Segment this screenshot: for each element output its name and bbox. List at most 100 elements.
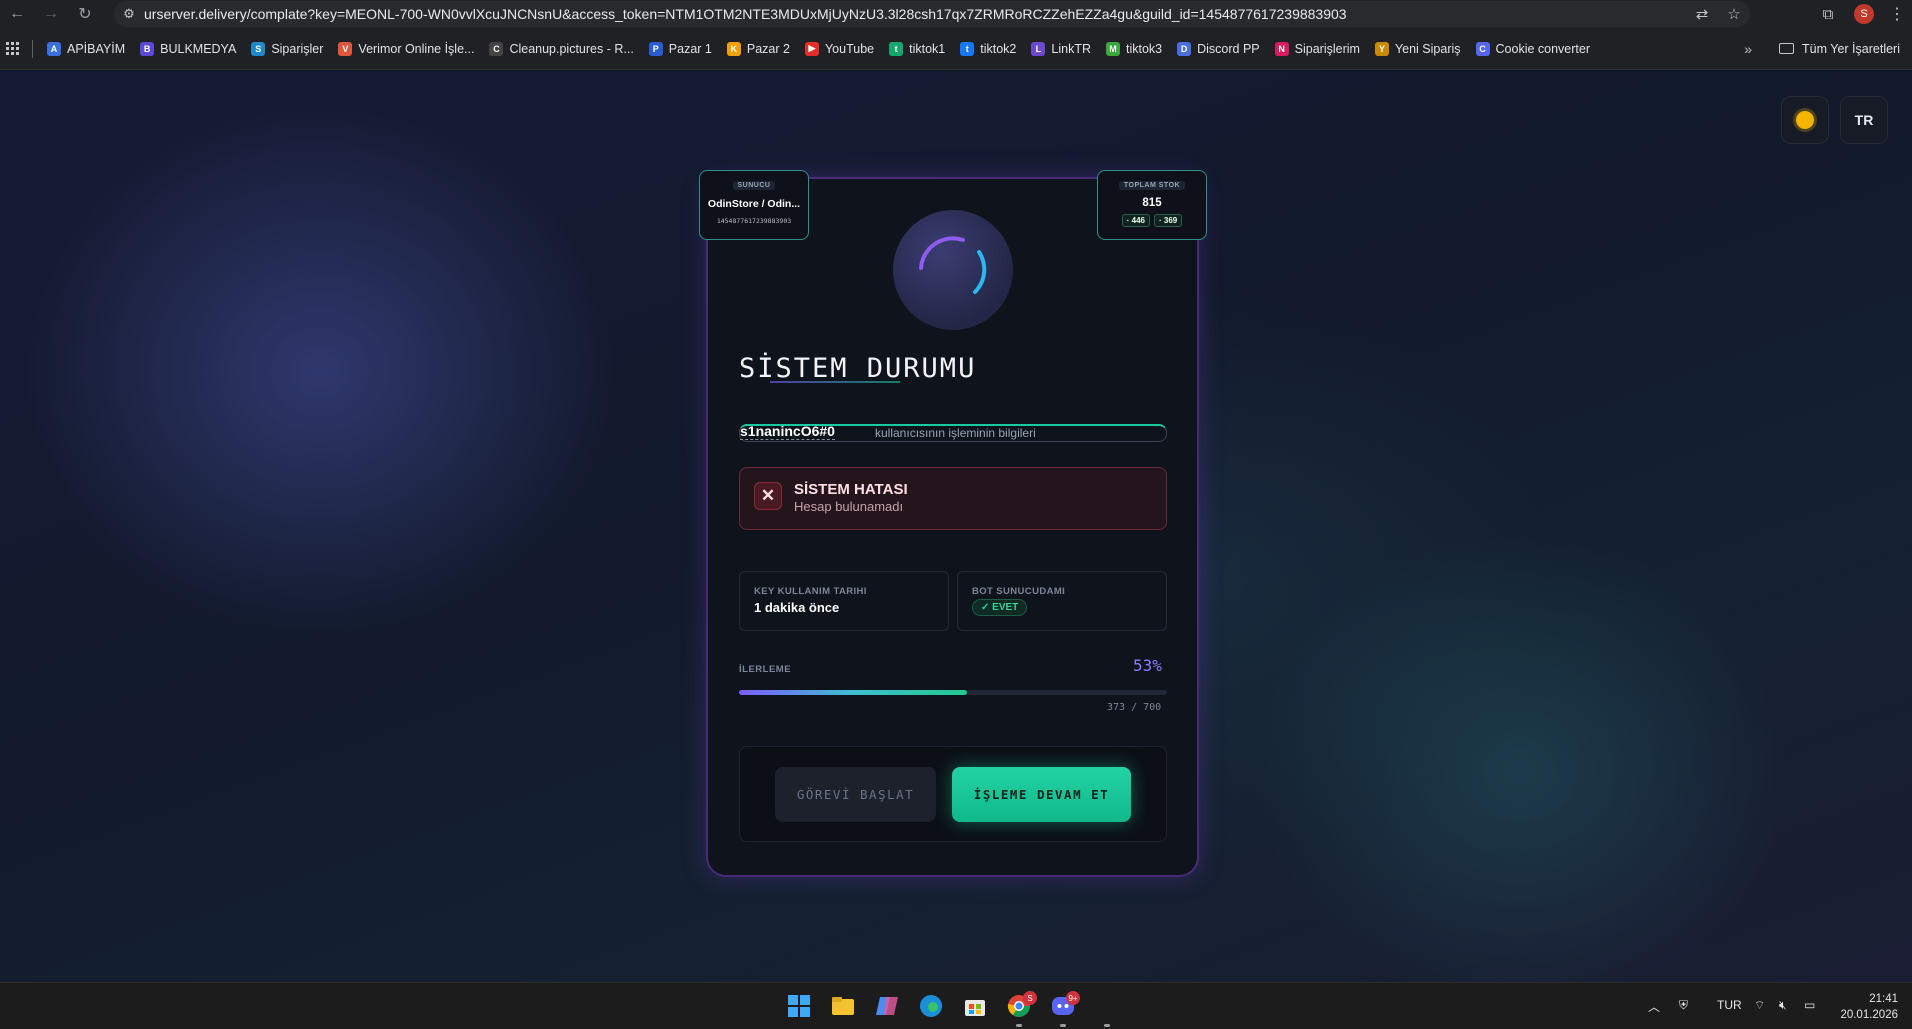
user-description: kullanıcısının işleminin bilgileri	[875, 426, 1036, 440]
input-language[interactable]: TUR	[1717, 998, 1742, 1012]
reload-button[interactable]: ↻	[68, 0, 102, 28]
bookmark-label: tiktok1	[909, 41, 946, 56]
progress-fill	[739, 690, 968, 695]
start-task-button[interactable]: GÖREVİ BAŞLAT	[775, 767, 936, 822]
edge-icon[interactable]	[918, 993, 944, 1019]
extensions-icon[interactable]: ⧉	[1810, 6, 1846, 23]
progress-count: 373 / 700	[1107, 702, 1162, 713]
mute-icon[interactable]: 🔇︎	[1779, 998, 1787, 1013]
bookmark-label: Cleanup.pictures - R...	[509, 41, 634, 56]
bookmark-favicon-icon: t	[889, 41, 904, 56]
bookmark-favicon-icon: M	[1105, 41, 1120, 56]
bookmark-favicon-icon: L	[1031, 41, 1046, 56]
bookmark-item[interactable]: N Siparişlerim	[1274, 41, 1360, 56]
browser-menu-icon[interactable]: ⋮	[1882, 4, 1912, 24]
bookmark-item[interactable]: P Pazar 1	[648, 41, 712, 56]
bookmark-favicon-icon: B	[140, 41, 155, 56]
store-icon[interactable]	[962, 993, 988, 1019]
page-title: SİSTEM DURUMU	[739, 353, 977, 384]
bookmark-item[interactable]: A APİBAYİM	[47, 41, 126, 56]
sun-icon	[1796, 111, 1814, 129]
server-id: 1454877617239883903	[716, 217, 792, 225]
wifi-icon[interactable]: ⌔	[1754, 998, 1765, 1013]
progress-label: İLERLEME	[739, 664, 792, 675]
bookmark-favicon-icon: S	[251, 41, 266, 56]
forward-button[interactable]: →	[34, 0, 68, 28]
stock-tag: TOPLAM STOK 815 · 446 · 369	[1097, 170, 1207, 240]
status-badge: ✓ EVET	[972, 599, 1028, 616]
bookmark-star-icon[interactable]: ☆	[1718, 5, 1750, 23]
windows-start-icon[interactable]	[786, 993, 812, 1019]
file-explorer-icon[interactable]	[830, 993, 856, 1019]
close-icon: ✕	[754, 482, 782, 510]
bookmark-label: Cookie converter	[1495, 41, 1591, 56]
bot-server-label: BOT SUNUCUDAMI	[972, 586, 1066, 597]
security-icon[interactable]: ⛨	[1679, 998, 1688, 1013]
stock-chip-a: · 446	[1121, 214, 1150, 227]
bookmark-favicon-icon: A	[47, 41, 61, 56]
progress-bar	[739, 690, 1167, 695]
bookmark-item[interactable]: ▶ YouTube	[804, 41, 875, 56]
taskbar: S 9+ ︿ ⛨ TUR ⌔ 🔇︎ ▭ 21:41 20.01.2026	[0, 982, 1912, 1029]
bookmark-label: Yeni Sipariş	[1394, 41, 1461, 56]
loading-spinner-icon	[893, 210, 1013, 330]
system-clock[interactable]: 21:41 20.01.2026	[1836, 991, 1898, 1023]
bookmark-favicon-icon: V	[338, 41, 353, 56]
all-bookmarks-label: Tüm Yer İşaretleri	[1802, 41, 1900, 56]
bookmark-favicon-icon: ▶	[804, 41, 819, 56]
theme-toggle-button[interactable]	[1781, 96, 1829, 144]
address-bar[interactable]: ⚙ urserver.delivery/complate?key=MEONL-7…	[114, 1, 1750, 27]
all-bookmarks-button[interactable]: Tüm Yer İşaretleri	[1779, 42, 1900, 56]
bookmark-label: tiktok3	[1125, 41, 1163, 56]
profile-avatar[interactable]: S	[1854, 4, 1874, 24]
stock-total: 815	[1142, 197, 1162, 209]
bookmark-item[interactable]: B BULKMEDYA	[140, 41, 237, 56]
bookmark-label: BULKMEDYA	[160, 41, 237, 56]
bookmark-item[interactable]: C Cleanup.pictures - R...	[489, 41, 634, 56]
back-button[interactable]: ←	[0, 0, 34, 28]
bookmark-favicon-icon: C	[1475, 41, 1490, 56]
bookmarks-divider	[32, 39, 33, 58]
stock-tag-label: TOPLAM STOK	[1118, 181, 1186, 190]
browser-toolbar: ← → ↻ ⚙ urserver.delivery/complate?key=M…	[0, 0, 1912, 28]
chrome-active-indicator	[1016, 1024, 1022, 1027]
bookmark-item[interactable]: V Verimor Online İşle...	[338, 41, 475, 56]
discord-badge: 9+	[1066, 991, 1080, 1005]
error-title: SİSTEM HATASI	[794, 481, 908, 498]
battery-icon[interactable]: ▭	[1804, 998, 1815, 1012]
translate-icon[interactable]: ⇄	[1686, 5, 1718, 23]
bookmark-item[interactable]: Mtiktok3	[1105, 41, 1163, 56]
clock-time: 21:41	[1869, 993, 1898, 1005]
site-info-icon[interactable]: ⚙	[114, 6, 144, 22]
bookmark-label: Verimor Online İşle...	[358, 41, 475, 56]
apps-grid-icon[interactable]	[6, 41, 20, 56]
server-tag-label: SUNUCU	[732, 181, 776, 190]
bookmark-label: Siparişlerim	[1294, 41, 1360, 56]
continue-button[interactable]: İŞLEME DEVAM ET	[952, 767, 1131, 822]
bookmark-item[interactable]: t tiktok2	[960, 41, 1016, 56]
bookmark-label: YouTube	[824, 41, 875, 56]
bookmark-list: A APİBAYİM B BULKMEDYA S Siparişler V Verimor O…	[47, 41, 1605, 56]
chevron-up-icon[interactable]: ︿	[1648, 998, 1660, 1015]
bookmark-favicon-icon: C	[489, 41, 504, 56]
copilot-icon[interactable]	[874, 993, 900, 1019]
key-usage-label: KEY KULLANIM TARIHI	[754, 586, 867, 597]
bookmark-item[interactable]: D Discord PP	[1177, 41, 1260, 56]
bookmark-item[interactable]: S Siparişler	[251, 41, 323, 56]
folder-icon	[1779, 43, 1795, 54]
url-text[interactable]: urserver.delivery/complate?key=MEONL-700…	[144, 6, 1347, 22]
bookmark-label: APİBAYİM	[67, 41, 126, 56]
key-usage-value: 1 dakika önce	[754, 600, 840, 615]
bookmark-favicon-icon: t	[960, 41, 975, 56]
bookmark-item[interactable]: t tiktok1	[889, 41, 946, 56]
bookmark-item[interactable]: C Cookie converter	[1475, 41, 1591, 56]
bookmark-item[interactable]: K Pazar 2	[726, 41, 790, 56]
bookmark-item[interactable]: Y Yeni Sipariş	[1374, 41, 1461, 56]
language-button[interactable]: TR	[1840, 96, 1888, 144]
bookmark-label: LinkTR	[1051, 41, 1091, 56]
bookmark-item[interactable]: L LinkTR	[1031, 41, 1091, 56]
more-bookmarks-icon[interactable]: »	[1744, 41, 1752, 57]
bot-server-card: BOT SUNUCUDAMI ✓ EVET	[957, 571, 1167, 631]
bookmark-favicon-icon: D	[1177, 41, 1192, 56]
username[interactable]: s1nanincO6#0	[740, 423, 835, 440]
